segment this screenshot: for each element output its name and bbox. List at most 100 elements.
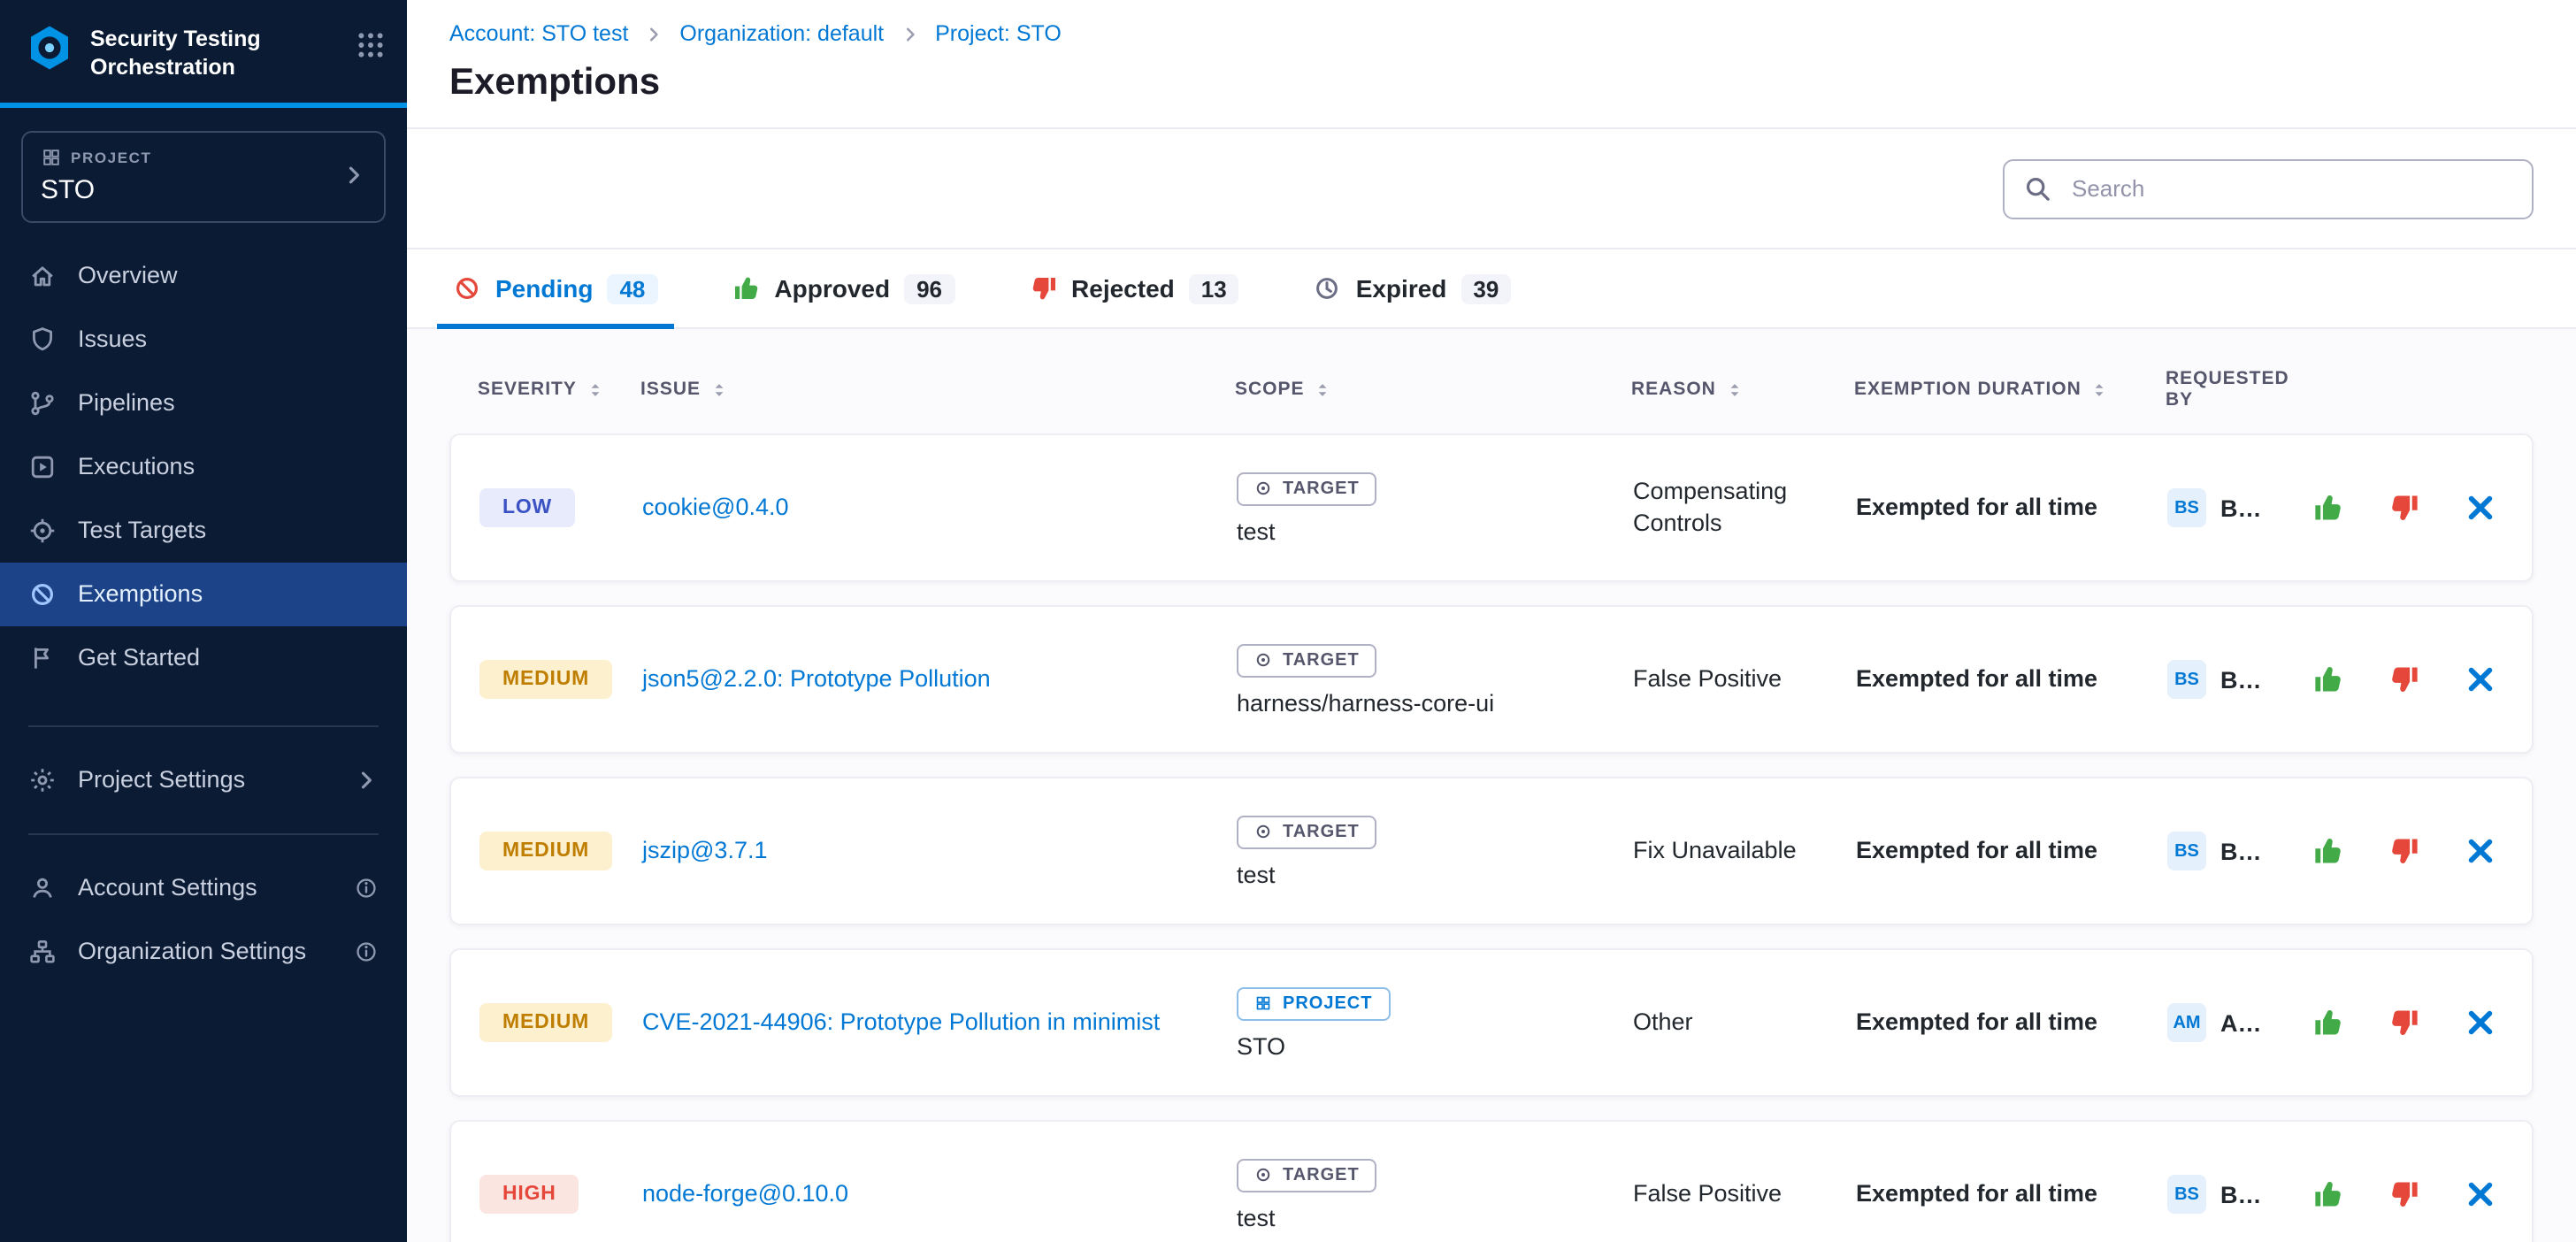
table-row[interactable]: LOW cookie@0.4.0 TARGET test Compensatin… (449, 433, 2534, 582)
breadcrumb-project[interactable]: Project: STO (935, 21, 1062, 46)
scope-pill: TARGET (1237, 815, 1377, 848)
requested-by: BS Bhavya S... (2167, 488, 2263, 527)
scope-pill: TARGET (1237, 1158, 1377, 1192)
thumbs-down-icon (2388, 492, 2420, 524)
scope-name: test (1237, 1204, 1276, 1230)
app-title: Security Testing Orchestration (90, 23, 340, 82)
reject-button[interactable] (2388, 492, 2420, 524)
thumbs-down-icon (2388, 835, 2420, 867)
info-icon[interactable] (354, 875, 379, 900)
approve-button[interactable] (2312, 1007, 2344, 1039)
tab-approved[interactable]: Approved 96 (732, 249, 954, 327)
exemption-duration: Exempted for all time (1856, 663, 2153, 695)
target-icon (1254, 1166, 1272, 1184)
sort-icon[interactable] (1725, 380, 1744, 399)
approve-button[interactable] (2312, 492, 2344, 524)
tab-count: 96 (904, 273, 954, 303)
exemption-duration: Exempted for all time (1856, 1007, 2153, 1039)
issue-link[interactable]: CVE-2021-44906: Prototype Pollution in m… (642, 1008, 1160, 1035)
reject-button[interactable] (2388, 1007, 2420, 1039)
column-header-reason: REASON (1631, 379, 1840, 400)
exemptions-table: SEVERITY ISSUE SCOPE REASON EXEMPTION DU… (407, 329, 2576, 1242)
info-icon[interactable] (354, 939, 379, 963)
cancel-button[interactable] (2465, 663, 2496, 695)
sort-icon[interactable] (709, 380, 729, 399)
reject-button[interactable] (2388, 663, 2420, 695)
breadcrumb-account[interactable]: Account: STO test (449, 21, 628, 46)
project-selector[interactable]: PROJECT STO (21, 130, 386, 222)
reject-button[interactable] (2388, 1178, 2420, 1210)
chevron-right-icon (900, 24, 919, 43)
close-icon (2465, 835, 2496, 867)
sidebar-item-organization-settings[interactable]: Organization Settings (0, 919, 407, 983)
scope-pill: PROJECT (1237, 986, 1390, 1020)
column-header-requested-by: REQUESTED BY (2166, 368, 2265, 410)
tab-expired[interactable]: Expired 39 (1314, 249, 1512, 327)
sidebar-item-label: Overview (78, 262, 178, 288)
sidebar-item-test-targets[interactable]: Test Targets (0, 498, 407, 562)
target-icon (1254, 823, 1272, 840)
pipelines-icon (28, 388, 57, 417)
scope-name: test (1237, 861, 1276, 887)
sidebar-item-pipelines[interactable]: Pipelines (0, 371, 407, 434)
sidebar-item-exemptions[interactable]: Exemptions (0, 562, 407, 625)
issue-link[interactable]: jszip@3.7.1 (642, 837, 768, 863)
sidebar-item-label: Issues (78, 326, 147, 352)
sidebar-item-project-settings[interactable]: Project Settings (0, 748, 407, 811)
project-icon (41, 146, 62, 167)
page-header: Account: STO test Organization: default … (407, 0, 2576, 129)
get-started-icon (28, 643, 57, 671)
approve-button[interactable] (2312, 1178, 2344, 1210)
severity-badge: HIGH (479, 1175, 579, 1214)
thumbs-up-icon (2312, 663, 2344, 695)
sidebar-item-label: Pipelines (78, 389, 175, 416)
cancel-button[interactable] (2465, 492, 2496, 524)
issue-link[interactable]: cookie@0.4.0 (642, 494, 789, 520)
thumbs-up-icon (2312, 492, 2344, 524)
sidebar-item-account-settings[interactable]: Account Settings (0, 855, 407, 919)
close-icon (2465, 1178, 2496, 1210)
cancel-button[interactable] (2465, 1007, 2496, 1039)
sidebar-item-issues[interactable]: Issues (0, 307, 407, 371)
sidebar-item-get-started[interactable]: Get Started (0, 625, 407, 689)
executions-icon (28, 452, 57, 480)
breadcrumb: Account: STO test Organization: default … (449, 21, 2534, 46)
table-row[interactable]: MEDIUM CVE-2021-44906: Prototype Polluti… (449, 948, 2534, 1097)
tab-rejected[interactable]: Rejected 13 (1029, 249, 1239, 327)
table-row[interactable]: MEDIUM jszip@3.7.1 TARGET test Fix Unava… (449, 777, 2534, 925)
sort-icon[interactable] (586, 380, 605, 399)
row-actions (2277, 835, 2503, 867)
sidebar-item-label: Account Settings (78, 874, 257, 901)
sort-icon[interactable] (1314, 380, 1333, 399)
reject-button[interactable] (2388, 835, 2420, 867)
tab-pending[interactable]: Pending 48 (453, 249, 657, 327)
search-input[interactable] (2068, 173, 2512, 203)
thumbs-down-icon (2388, 1007, 2420, 1039)
table-row[interactable]: MEDIUM json5@2.2.0: Prototype Pollution … (449, 605, 2534, 754)
scope-name: STO (1237, 1032, 1285, 1059)
approve-button[interactable] (2312, 835, 2344, 867)
target-icon (1254, 479, 1272, 497)
tab-label: Approved (774, 274, 890, 303)
thumbs-up-icon (2312, 1007, 2344, 1039)
issue-link[interactable]: json5@2.2.0: Prototype Pollution (642, 665, 991, 692)
issue-link[interactable]: node-forge@0.10.0 (642, 1180, 848, 1207)
module-grid-icon[interactable] (356, 30, 386, 60)
reason: False Positive (1633, 1178, 1842, 1210)
reason: Compensating Controls (1633, 476, 1842, 540)
sidebar-item-overview[interactable]: Overview (0, 243, 407, 307)
cancel-button[interactable] (2465, 835, 2496, 867)
sidebar-item-executions[interactable]: Executions (0, 434, 407, 498)
approve-button[interactable] (2312, 663, 2344, 695)
exemption-duration: Exempted for all time (1856, 835, 2153, 867)
close-icon (2465, 1007, 2496, 1039)
table-row[interactable]: HIGH node-forge@0.10.0 TARGET test False… (449, 1120, 2534, 1242)
sort-icon[interactable] (2090, 380, 2110, 399)
breadcrumb-organization[interactable]: Organization: default (679, 21, 884, 46)
row-actions (2277, 1178, 2503, 1210)
cancel-button[interactable] (2465, 1178, 2496, 1210)
close-icon (2465, 492, 2496, 524)
reason: False Positive (1633, 663, 1842, 695)
severity-badge: MEDIUM (479, 1003, 612, 1042)
tab-count: 48 (607, 273, 657, 303)
